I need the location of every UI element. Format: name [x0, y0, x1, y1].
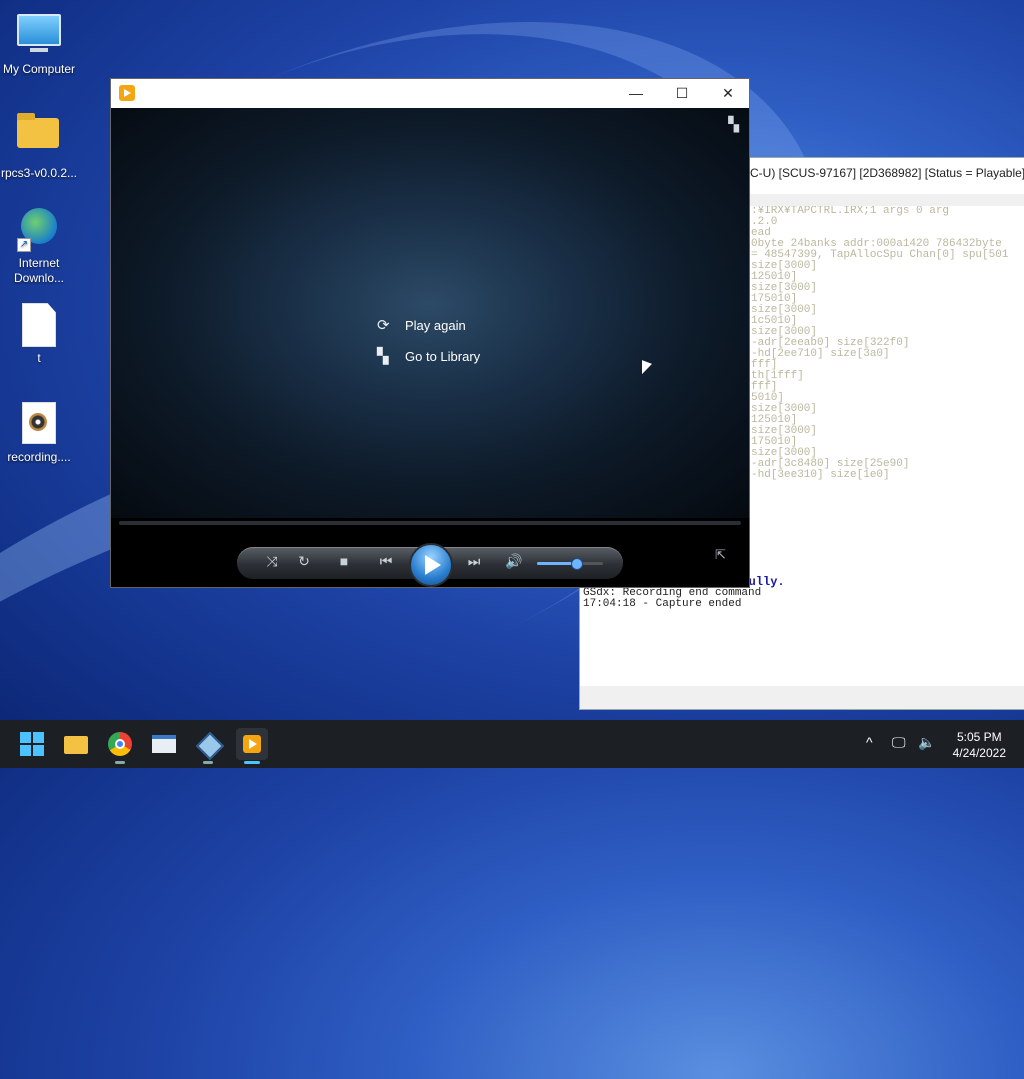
media-player-app-icon — [119, 85, 135, 101]
monitor-icon — [17, 14, 61, 58]
media-player-taskbar-icon[interactable] — [236, 728, 268, 764]
window-app-icon[interactable] — [148, 728, 180, 760]
audio-file-icon — [17, 402, 61, 446]
speaker-icon[interactable]: 🔈 — [918, 734, 935, 751]
start-button[interactable] — [16, 728, 48, 760]
repeat-icon[interactable]: ↻ — [293, 553, 315, 570]
file-explorer-icon[interactable] — [60, 728, 92, 760]
video-area[interactable]: ▚ ⟳ Play again ▚ Go to Library — [111, 108, 749, 518]
volume-slider[interactable] — [537, 562, 603, 565]
shortcut-arrow-icon: ↗ — [17, 238, 31, 252]
desktop-icon-label: Internet Downlo... — [13, 256, 65, 285]
volume-level — [537, 562, 574, 565]
folder-icon — [17, 113, 61, 162]
play-again-link[interactable]: ⟳ Play again — [377, 316, 466, 334]
minimize-button[interactable]: — — [613, 79, 659, 108]
taskbar: ^ 🖵 🔈 5:05 PM 4/24/2022 — [0, 720, 1024, 768]
console-capture-line: 17:04:18 - Capture ended — [583, 598, 742, 610]
go-to-library-label: Go to Library — [405, 348, 481, 364]
pcsx2-icon[interactable] — [192, 728, 225, 764]
chrome-icon[interactable] — [104, 728, 136, 764]
playback-controls: ⤨ ↻ ■ ⏮ ⏭ 🔊 — [237, 543, 623, 587]
library-icon: ▚ — [377, 348, 389, 365]
go-to-library-link[interactable]: ▚ Go to Library — [377, 347, 480, 365]
desktop-icon-t[interactable]: t — [0, 303, 78, 365]
desktop-icon-label: recording.... — [7, 450, 71, 464]
media-player-window[interactable]: — ☐ ✕ ▚ ⟳ Play again ▚ Go to Library ⤨ ↻… — [110, 78, 750, 588]
stop-icon[interactable]: ■ — [333, 553, 355, 569]
maximize-button[interactable]: ☐ — [659, 79, 705, 108]
player-titlebar[interactable]: — ☐ ✕ — [111, 79, 749, 108]
switch-to-library-icon[interactable]: ▚ — [728, 116, 739, 133]
desktop-icon-rpcs3-folder[interactable]: rpcs3-v0.0.2... — [0, 108, 78, 180]
close-button[interactable]: ✕ — [705, 79, 751, 108]
idm-globe-icon: ↗ — [17, 208, 61, 252]
desktop-icon-label: t — [37, 351, 41, 365]
next-icon[interactable]: ⏭ — [459, 553, 489, 570]
shuffle-icon[interactable]: ⤨ — [261, 553, 283, 570]
text-file-icon — [17, 303, 61, 347]
desktop-icon-internet-download-manager[interactable]: ↗ Internet Downlo... — [0, 204, 78, 286]
switch-to-compact-mode-icon[interactable]: ⇱ — [715, 547, 726, 563]
volume-icon[interactable]: 🔊 — [503, 553, 525, 570]
show-hidden-icons-icon[interactable]: ^ — [866, 734, 873, 750]
desktop-icon-label: My Computer — [2, 62, 76, 76]
desktop-icon-label: rpcs3-v0.0.2... — [0, 166, 78, 180]
play-again-label: Play again — [405, 317, 466, 333]
clock-date: 4/24/2022 — [952, 746, 1006, 760]
previous-icon[interactable]: ⏮ — [371, 553, 401, 570]
desktop-icon-my-computer[interactable]: My Computer — [0, 10, 78, 76]
clock[interactable]: 5:05 PM 4/24/2022 — [953, 729, 1006, 761]
volume-knob[interactable] — [571, 558, 583, 570]
clock-time: 5:05 PM — [956, 730, 1002, 744]
network-icon[interactable]: 🖵 — [892, 734, 906, 751]
replay-icon: ⟳ — [377, 317, 390, 334]
desktop-icon-recording[interactable]: recording.... — [0, 402, 78, 464]
seek-bar[interactable] — [119, 521, 741, 525]
play-button[interactable] — [409, 543, 453, 587]
